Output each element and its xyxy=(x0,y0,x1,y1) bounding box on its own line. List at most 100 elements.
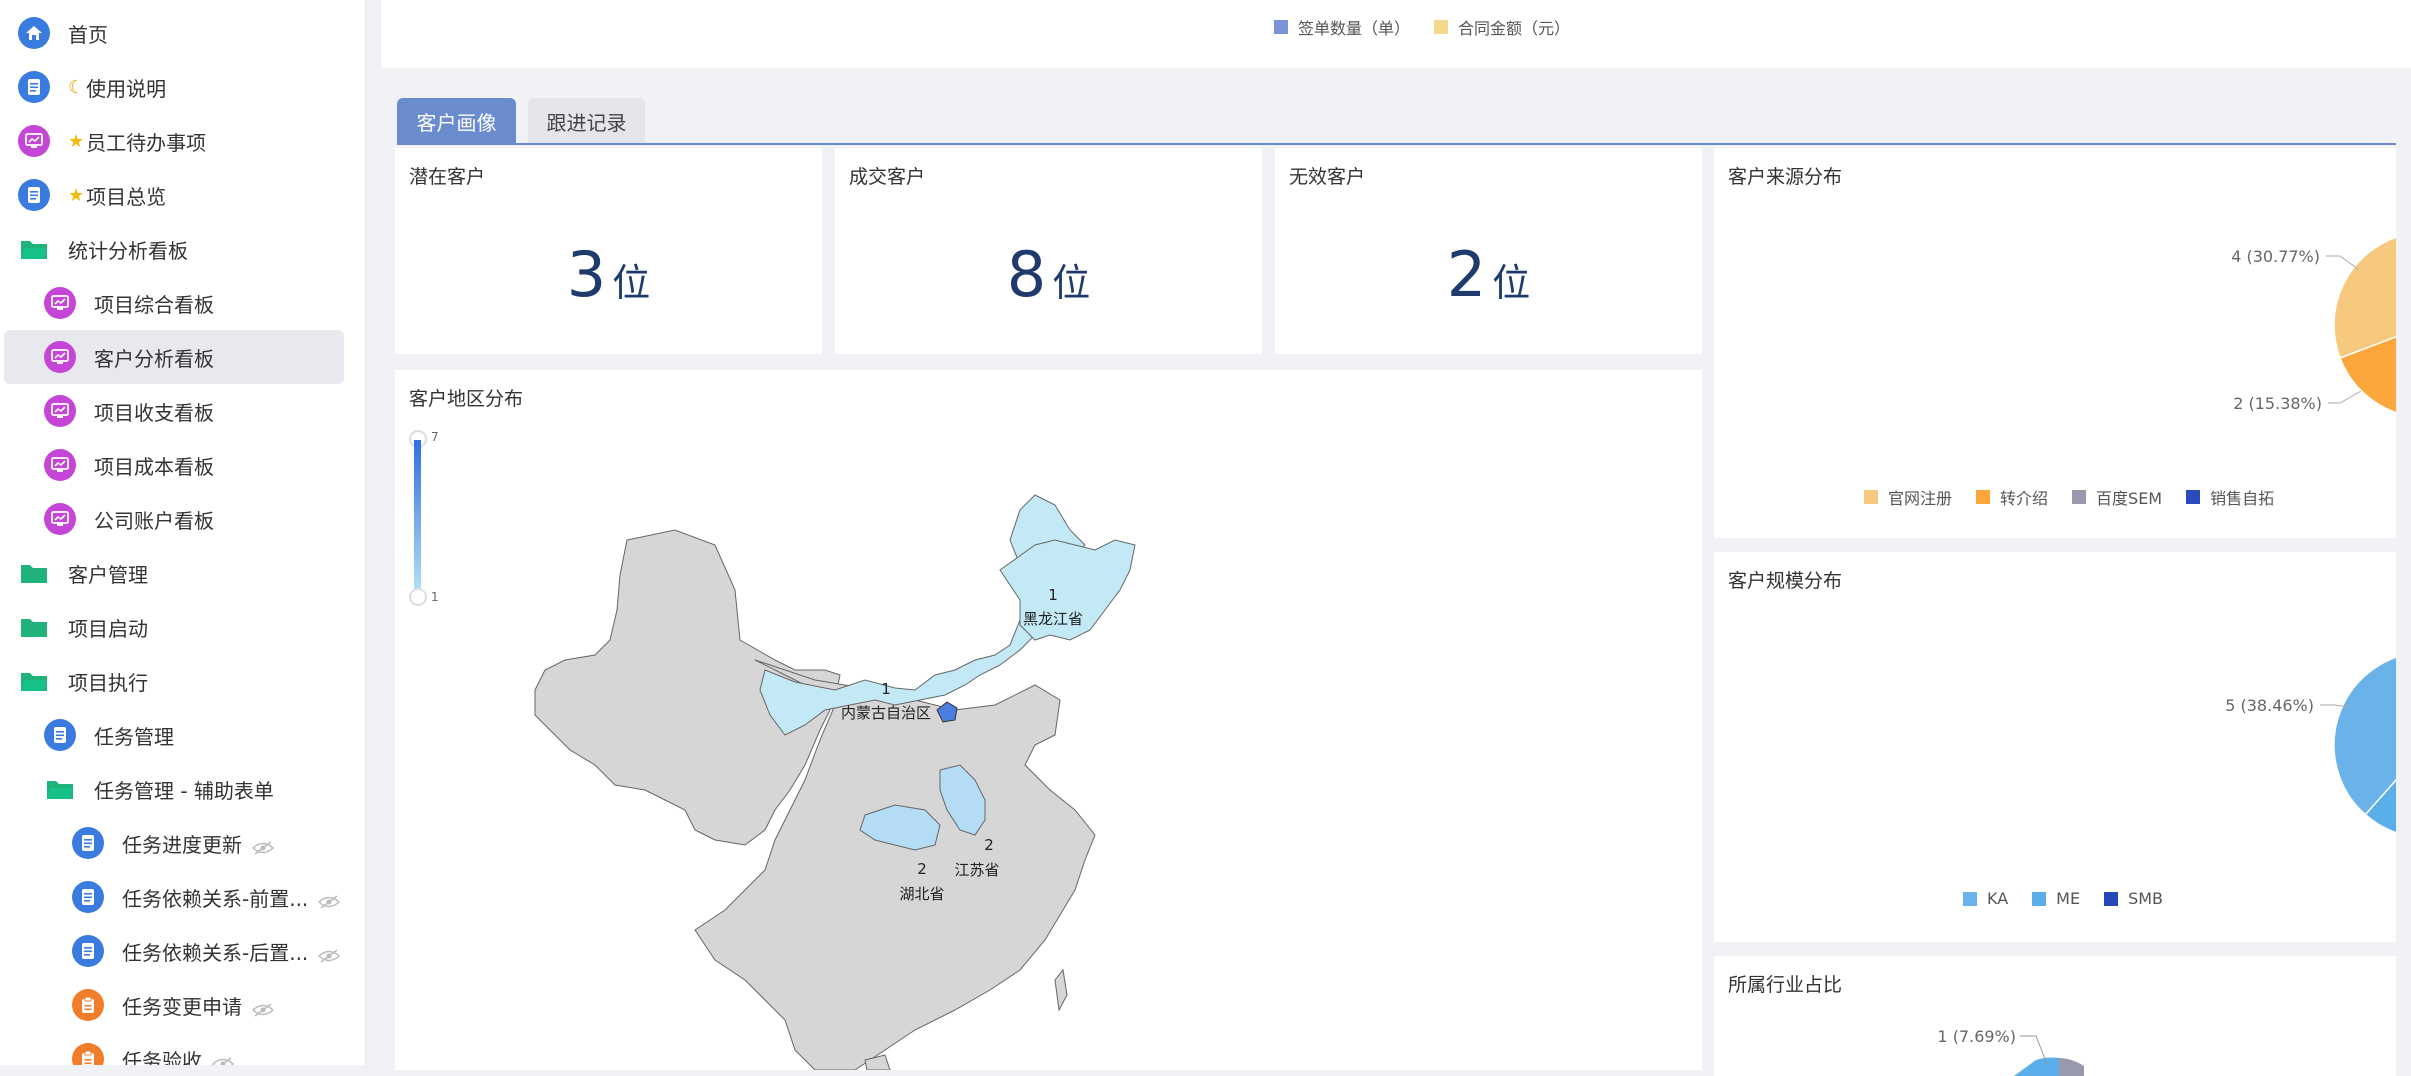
legend-swatch xyxy=(1963,891,1977,906)
legend-item-ka[interactable]: KA xyxy=(1963,889,2008,908)
form-icon xyxy=(72,1043,104,1065)
home-icon xyxy=(18,17,50,49)
source-pie-card: 客户来源分布 1 (7.69%)6 (46.15%)2 (15.38%)4 (3… xyxy=(1714,148,2396,538)
industry-pie-label: 1 (7.69%) xyxy=(1937,1027,2016,1046)
sidebar-item[interactable]: 任务管理 xyxy=(44,708,174,762)
main-content: 签单数量（单） 合同金额（元） 客户画像 跟进记录 潜在客户 3位 成交客户 8… xyxy=(366,0,2411,1076)
legend-swatch xyxy=(1434,20,1449,34)
legend-item-referral[interactable]: 转介绍 xyxy=(1976,485,2048,509)
dashboard-icon xyxy=(44,449,76,481)
doc-icon xyxy=(18,71,50,103)
sidebar-item-label: 任务依赖关系-后置... xyxy=(122,940,309,965)
sidebar-item-label: 首页 xyxy=(68,22,108,47)
pie-leader-line xyxy=(2328,390,2362,404)
folder-open-icon xyxy=(18,665,50,697)
sidebar-item-label: 项目总览 xyxy=(86,184,167,209)
scale-pie-chart[interactable]: 4 (30.77%)4 (30.77%)5 (38.46%) xyxy=(1714,552,2396,942)
map-value-jiangsu: 2 xyxy=(984,836,994,854)
moon-icon: ☾ xyxy=(68,76,85,98)
dashboard-icon xyxy=(44,395,76,427)
legend-label: 合同金额（元） xyxy=(1458,19,1571,38)
sidebar-item[interactable]: 项目综合看板 xyxy=(44,276,214,330)
legend-item-sales-self[interactable]: 销售自拓 xyxy=(2186,485,2274,509)
folder-open-icon xyxy=(44,773,76,805)
legend-item-me[interactable]: ME xyxy=(2032,889,2080,908)
map-label-jiangsu: 江苏省 xyxy=(954,861,999,879)
pie-slice[interactable] xyxy=(2333,652,2396,816)
scale-pie-card: 客户规模分布 4 (30.77%)4 (30.77%)5 (38.46%) KA… xyxy=(1714,552,2396,942)
doc-icon xyxy=(44,719,76,751)
folder-icon xyxy=(18,611,50,643)
form-icon xyxy=(72,989,104,1021)
stat-title: 成交客户 xyxy=(849,166,926,188)
legend-item-official-reg[interactable]: 官网注册 xyxy=(1864,485,1952,509)
sidebar-item[interactable]: 客户分析看板 xyxy=(4,330,344,384)
tab-underline xyxy=(397,143,2396,145)
sidebar-item-label: 任务管理 - 辅助表单 xyxy=(94,778,274,803)
legend-item-contract-amount[interactable]: 合同金额（元） xyxy=(1434,15,1570,39)
sidebar-item-label: 统计分析看板 xyxy=(68,238,188,263)
dashboard-icon xyxy=(44,287,76,319)
eye-hidden-icon xyxy=(318,944,341,963)
tab-follow-up-records[interactable]: 跟进记录 xyxy=(528,98,645,144)
sidebar-item[interactable]: 客户管理 xyxy=(18,546,148,600)
sidebar-item-label: 使用说明 xyxy=(86,76,167,101)
sidebar-item[interactable]: 首页 xyxy=(18,6,108,60)
legend-swatch xyxy=(2186,490,2201,504)
legend-label: ME xyxy=(2056,889,2081,908)
pie-leader-line xyxy=(2326,255,2359,270)
sidebar-item-label: 任务验收 xyxy=(122,1048,202,1066)
sidebar-item[interactable]: 任务验收 xyxy=(72,1032,235,1066)
legend-label: 百度SEM xyxy=(2096,489,2163,508)
sidebar-item[interactable]: 项目启动 xyxy=(18,600,148,654)
legend-item-baidu-sem[interactable]: 百度SEM xyxy=(2072,485,2162,509)
stat-value: 2位 xyxy=(1275,238,1702,311)
tab-customer-profile[interactable]: 客户画像 xyxy=(397,98,516,144)
map-value-heilongjiang: 1 xyxy=(1048,586,1058,604)
pie-slice[interactable] xyxy=(2333,232,2396,359)
sidebar-item[interactable]: 公司账户看板 xyxy=(44,492,214,546)
legend-item-sign-count[interactable]: 签单数量（单） xyxy=(1274,15,1410,39)
sidebar-item[interactable]: 统计分析看板 xyxy=(18,222,188,276)
eye-hidden-icon xyxy=(211,1052,235,1065)
map-region-taiwan[interactable] xyxy=(1054,968,1068,1012)
industry-pie-chart[interactable]: 1 (7.69%) xyxy=(1714,956,2396,1076)
sidebar-item[interactable]: 任务管理 - 辅助表单 xyxy=(44,762,274,816)
sidebar-item[interactable]: ☾ 使用说明 xyxy=(18,60,166,114)
stat-title: 潜在客户 xyxy=(409,166,486,188)
sidebar-item[interactable]: 项目执行 xyxy=(18,654,148,708)
source-pie-chart[interactable]: 1 (7.69%)6 (46.15%)2 (15.38%)4 (30.77%) xyxy=(1714,148,2396,538)
star-icon: ★ xyxy=(68,184,85,206)
stat-number: 2 xyxy=(1446,238,1487,311)
source-pie-legend: 官网注册 转介绍 百度SEM 销售自拓 xyxy=(1864,485,2298,509)
sidebar-item[interactable]: 项目成本看板 xyxy=(44,438,214,492)
china-map[interactable]: 1 黑龙江省 1 内蒙古自治区 2 江苏省 2 湖北省 xyxy=(395,370,1702,1070)
sidebar-item[interactable]: 任务依赖关系-前置... xyxy=(72,870,341,924)
signing-chart-card: 签单数量（单） 合同金额（元） xyxy=(381,0,2411,68)
stat-card-closed: 成交客户 8位 xyxy=(835,148,1262,354)
legend-swatch xyxy=(2032,891,2047,906)
sidebar-item-label: 任务进度更新 xyxy=(122,832,242,857)
sidebar-item[interactable]: 任务进度更新 xyxy=(72,816,275,870)
sidebar-item[interactable]: 任务依赖关系-后置... xyxy=(72,924,341,978)
map-label-hubei: 湖北省 xyxy=(899,885,944,903)
legend-label: KA xyxy=(1987,889,2009,908)
sidebar: 首页 ☾ 使用说明 ★ 员工待办事项 ★ 项目总览 统计分析看板 项目综合看板 客户分析看板 项目收… xyxy=(0,0,366,1065)
legend-swatch xyxy=(1976,490,1991,504)
legend-item-smb[interactable]: SMB xyxy=(2104,889,2163,908)
stat-unit: 位 xyxy=(1052,261,1091,305)
sidebar-item[interactable]: 项目收支看板 xyxy=(44,384,214,438)
sidebar-item-label: 项目启动 xyxy=(68,616,148,641)
doc-icon xyxy=(72,827,104,859)
sidebar-item-label: 任务管理 xyxy=(94,724,174,749)
map-label-heilongjiang: 黑龙江省 xyxy=(1023,610,1083,628)
pie-label: 4 (30.77%) xyxy=(2231,247,2320,266)
sidebar-item[interactable]: ★ 员工待办事项 xyxy=(18,114,206,168)
sidebar-item[interactable]: 任务变更申请 xyxy=(72,978,275,1032)
sidebar-item-label: 客户分析看板 xyxy=(94,346,214,371)
sidebar-item[interactable]: ★ 项目总览 xyxy=(18,168,166,222)
map-value-inner-mongolia: 1 xyxy=(881,680,891,698)
industry-pie-slice-left[interactable] xyxy=(2014,1057,2059,1076)
sidebar-item-label: 任务变更申请 xyxy=(122,994,242,1019)
legend-swatch xyxy=(1274,20,1288,34)
